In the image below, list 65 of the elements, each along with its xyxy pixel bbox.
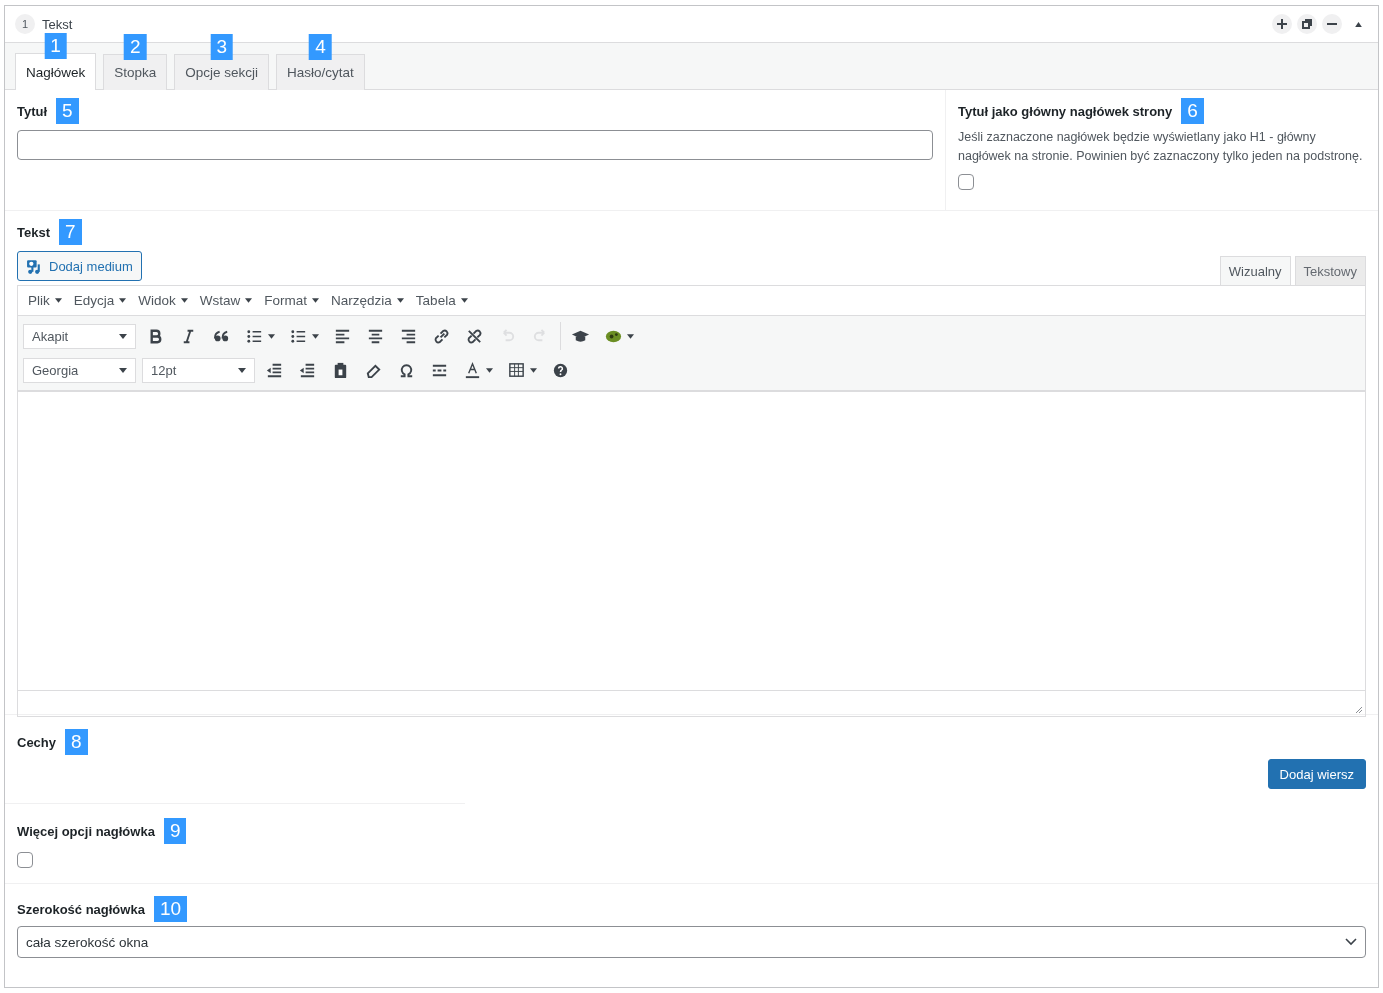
checkbox[interactable] [958, 174, 974, 190]
panel-title: Tekst [42, 16, 73, 32]
caret-icon [245, 298, 253, 303]
duplicate-icon[interactable] [1297, 14, 1317, 34]
caret-icon [119, 298, 127, 303]
menu-item[interactable]: Widok [132, 293, 194, 308]
add-row-button[interactable]: Dodaj wiersz [1267, 759, 1366, 789]
caret-icon[interactable] [530, 367, 537, 373]
number-marker: 3 [210, 34, 233, 60]
number-marker: 8 [65, 729, 88, 755]
toolbar-select[interactable]: Akapit [23, 323, 136, 349]
number-marker: 4 [309, 34, 332, 60]
caret-icon[interactable] [627, 333, 634, 339]
media-icon [26, 257, 43, 275]
tab[interactable]: Stopka [103, 54, 168, 90]
panel-number: 1 [15, 14, 35, 34]
caret-icon [119, 333, 127, 339]
field-label: Tytuł jako główny nagłówek strony [958, 103, 1173, 119]
menu-item[interactable]: Tabela [409, 293, 474, 308]
caret-icon [54, 298, 62, 303]
editor-mode-tab[interactable]: Tekstowy [1294, 256, 1366, 285]
collapse-icon[interactable] [1355, 21, 1362, 27]
field-label: Cechy [17, 734, 57, 750]
tab[interactable]: Hasło/cytat [276, 54, 365, 90]
number-marker: 5 [56, 98, 79, 124]
title-input[interactable] [17, 130, 933, 160]
caret-icon[interactable] [268, 333, 275, 339]
number-marker: 6 [1181, 98, 1204, 124]
toolbar-select[interactable]: Georgia [23, 357, 136, 383]
caret-icon [460, 298, 468, 303]
tab[interactable]: Opcje sekcji [174, 54, 270, 90]
menu-item[interactable]: Narzędzia [325, 293, 410, 308]
caret-icon [180, 298, 188, 303]
field-label: Tekst [17, 224, 50, 240]
caret-icon [119, 367, 127, 373]
add-media-button[interactable]: Dodaj medium [17, 251, 142, 281]
editor-mode-tab[interactable]: Wizualny [1219, 256, 1291, 285]
toolbar-select[interactable]: 12pt [142, 357, 255, 383]
field-label: Szerokość nagłówka [17, 901, 145, 917]
menu-item[interactable]: Edycja [67, 293, 133, 308]
resize-handle-icon[interactable] [1355, 706, 1363, 714]
textcolor-icon[interactable] [463, 360, 482, 380]
field-description: Jeśli zaznaczone nagłówek będzie wyświetlany jako H1 - główny nagłówek na stronie. Powinien być zaznaczony tylko jeden na podstronę. [958, 129, 1364, 165]
number-marker: 9 [163, 818, 187, 844]
menu-item[interactable]: Wstaw [193, 293, 259, 308]
number-marker: 10 [153, 896, 188, 922]
caret-icon[interactable] [312, 333, 319, 339]
caret-icon[interactable] [486, 367, 493, 373]
chevron-down-icon [1345, 938, 1357, 946]
caret-icon [396, 298, 404, 303]
minus-icon[interactable] [1322, 14, 1342, 34]
checkbox[interactable] [17, 852, 33, 868]
caret-icon [312, 298, 320, 303]
number-marker: 2 [124, 34, 147, 60]
tab[interactable]: Nagłówek [15, 53, 97, 90]
plus-icon[interactable] [1272, 14, 1292, 34]
width-select[interactable]: cała szerokość okna [17, 926, 1366, 958]
field-label: Więcej opcji nagłówka [17, 823, 155, 839]
number-marker: 7 [59, 219, 82, 245]
field-label: Tytuł [17, 103, 48, 119]
number-marker: 1 [44, 33, 67, 59]
menu-item[interactable]: Format [258, 293, 326, 308]
caret-icon [238, 367, 246, 373]
table-icon[interactable] [507, 360, 526, 380]
menu-item[interactable]: Plik [22, 293, 68, 308]
